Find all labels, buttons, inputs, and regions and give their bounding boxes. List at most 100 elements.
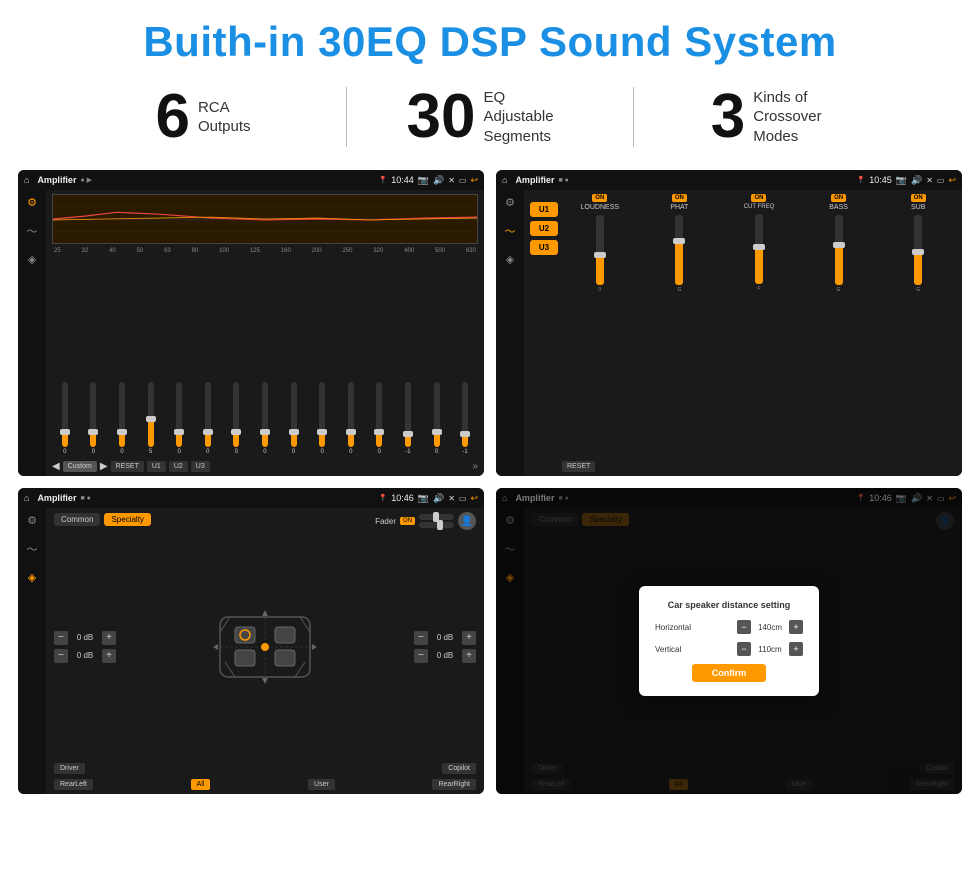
- home-icon-3[interactable]: ⌂: [24, 493, 29, 503]
- x-icon-2: ✕: [926, 176, 933, 185]
- eq-slider-6[interactable]: 0: [224, 382, 250, 455]
- cross-row-headers: ON LOUDNESS 0 ON PHAT G ON: [562, 194, 956, 293]
- eq-u3-btn[interactable]: U3: [191, 461, 210, 472]
- eq-slider-0[interactable]: 0: [52, 382, 78, 455]
- minus-rt[interactable]: −: [414, 631, 428, 645]
- eq-prev[interactable]: ◀: [52, 461, 60, 472]
- eq-sliders: 0 0 0 5 0 0 0 0 0 0 0 0 -1 0 -1: [52, 257, 478, 457]
- eq-slider-8[interactable]: 0: [281, 382, 307, 455]
- eq-slider-10[interactable]: 0: [338, 382, 364, 455]
- screen1-content: ⚙ 〜 ◈: [18, 190, 484, 476]
- horizontal-minus[interactable]: −: [737, 620, 751, 634]
- val-rt: 0 dB: [431, 633, 459, 642]
- eq-u2-btn[interactable]: U2: [169, 461, 188, 472]
- eq-freq-labels: 253240506380100125160200250320400500630: [52, 248, 478, 254]
- back-icon-1[interactable]: ↩: [470, 175, 478, 186]
- eq-expand-icon[interactable]: »: [472, 461, 478, 472]
- minus-lb[interactable]: −: [54, 649, 68, 663]
- horizontal-control[interactable]: − 140cm +: [737, 620, 803, 634]
- status-dot-2: ■ ●: [558, 177, 568, 184]
- car-diagram: [120, 602, 410, 692]
- vertical-plus[interactable]: +: [789, 642, 803, 656]
- vol-icon-s2[interactable]: ◈: [506, 253, 514, 266]
- plus-rt[interactable]: +: [462, 631, 476, 645]
- eq-slider-2[interactable]: 0: [109, 382, 135, 455]
- btn-copilot[interactable]: Copilot: [442, 763, 476, 774]
- app-title-3: Amplifier: [37, 493, 76, 503]
- distance-dialog: Car speaker distance setting Horizontal …: [639, 586, 819, 696]
- time-2: 10:45: [869, 175, 892, 185]
- back-icon-3[interactable]: ↩: [470, 493, 478, 504]
- home-icon-1[interactable]: ⌂: [24, 175, 29, 185]
- wave-icon-1[interactable]: 〜: [27, 223, 38, 239]
- plus-rb[interactable]: +: [462, 649, 476, 663]
- vol-row-lt: − 0 dB +: [54, 631, 116, 645]
- eq-slider-9[interactable]: 0: [309, 382, 335, 455]
- eq-slider-1[interactable]: 0: [81, 382, 107, 455]
- dialog-overlay: Car speaker distance setting Horizontal …: [496, 488, 962, 794]
- tab-specialty[interactable]: Specialty: [104, 513, 150, 526]
- app-title-1: Amplifier: [37, 175, 76, 185]
- val-lb: 0 dB: [71, 651, 99, 660]
- btn-rearleft[interactable]: RearLeft: [54, 779, 93, 790]
- eq-slider-14[interactable]: -1: [452, 382, 478, 455]
- minus-lt[interactable]: −: [54, 631, 68, 645]
- preset-u1[interactable]: U1: [530, 202, 558, 217]
- stat-text-rca: RCA Outputs: [198, 98, 251, 137]
- eq-preset-custom[interactable]: Custom: [63, 461, 97, 472]
- stat-number-3: 3: [711, 86, 745, 148]
- eq-slider-4[interactable]: 0: [166, 382, 192, 455]
- sidebar-3: ⚙ 〜 ◈: [18, 508, 46, 794]
- vertical-value: 110cm: [754, 645, 786, 654]
- plus-lt[interactable]: +: [102, 631, 116, 645]
- back-icon-2[interactable]: ↩: [948, 175, 956, 186]
- btn-all[interactable]: All: [191, 779, 211, 790]
- vol-row-rt: − 0 dB +: [414, 631, 476, 645]
- dialog-title: Car speaker distance setting: [655, 600, 803, 610]
- eq-slider-3[interactable]: 5: [138, 382, 164, 455]
- btn-user[interactable]: User: [308, 779, 335, 790]
- avatar-icon: 👤: [458, 512, 476, 530]
- minus-rb[interactable]: −: [414, 649, 428, 663]
- vol-icon-s3[interactable]: ◈: [28, 571, 36, 584]
- vertical-control[interactable]: − 110cm +: [737, 642, 803, 656]
- fader-right: Fader ON 👤: [375, 512, 476, 530]
- plus-lb[interactable]: +: [102, 649, 116, 663]
- eq-slider-13[interactable]: 0: [424, 382, 450, 455]
- eq-icon-1[interactable]: ⚙: [27, 196, 37, 209]
- eq-reset-btn[interactable]: RESET: [111, 461, 144, 472]
- x-icon-3: ✕: [448, 494, 455, 503]
- eq-icon-2[interactable]: ⚙: [505, 196, 515, 209]
- eq-slider-7[interactable]: 0: [252, 382, 278, 455]
- vertical-minus[interactable]: −: [737, 642, 751, 656]
- eq-u1-btn[interactable]: U1: [147, 461, 166, 472]
- eq-slider-5[interactable]: 0: [195, 382, 221, 455]
- vol-icon-s1[interactable]: ◈: [28, 253, 36, 266]
- wave-icon-2[interactable]: 〜: [505, 223, 516, 239]
- dialog-row-v: Vertical − 110cm +: [655, 642, 803, 656]
- btn-rearright[interactable]: RearRight: [432, 779, 476, 790]
- eq-icon-3[interactable]: ⚙: [27, 514, 37, 527]
- home-icon-2[interactable]: ⌂: [502, 175, 507, 185]
- tab-common[interactable]: Common: [54, 513, 100, 526]
- confirm-button[interactable]: Confirm: [692, 664, 767, 682]
- stats-row: 6 RCA Outputs 30 EQ Adjustable Segments …: [0, 76, 980, 164]
- stat-crossover: 3 Kinds of Crossover Modes: [634, 86, 920, 148]
- vol-icon-3: 🔊: [433, 493, 444, 504]
- cross-reset-btn[interactable]: RESET: [562, 461, 595, 472]
- screen3-content: ⚙ 〜 ◈ Common Specialty Fader ON: [18, 508, 484, 794]
- eq-next[interactable]: ▶: [100, 461, 108, 472]
- wave-icon-3[interactable]: 〜: [27, 541, 38, 557]
- screen-fader: ⌂ Amplifier ■ ● 📍 10:46 📷 🔊 ✕ ▭ ↩ ⚙ 〜 ◈ …: [18, 488, 484, 794]
- rect-icon-3: ▭: [459, 494, 467, 503]
- screen-eq: ⌂ Amplifier ● ▶ 📍 10:44 📷 🔊 ✕ ▭ ↩ ⚙ 〜 ◈: [18, 170, 484, 476]
- preset-u2[interactable]: U2: [530, 221, 558, 236]
- horizontal-plus[interactable]: +: [789, 620, 803, 634]
- ch-sub: ON SUB G: [880, 194, 956, 293]
- btn-driver[interactable]: Driver: [54, 763, 85, 774]
- eq-slider-11[interactable]: 0: [367, 382, 393, 455]
- status-dot-play: ● ▶: [80, 176, 92, 184]
- eq-slider-12[interactable]: -1: [395, 382, 421, 455]
- preset-u3[interactable]: U3: [530, 240, 558, 255]
- cam-icon-1: 📷: [418, 175, 429, 186]
